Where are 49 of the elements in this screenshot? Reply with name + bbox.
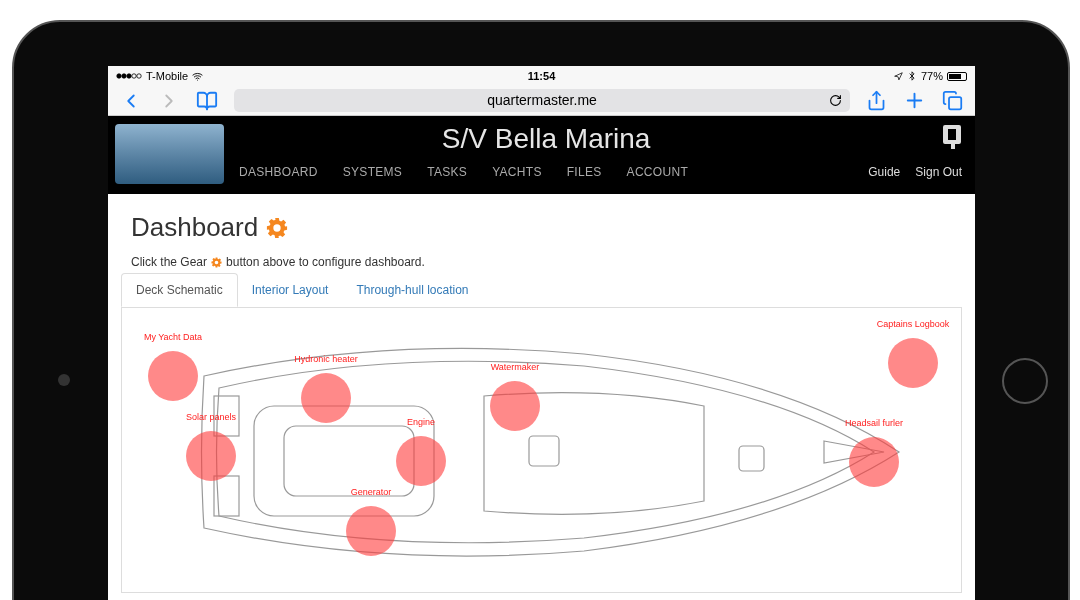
tab[interactable]: Interior Layout bbox=[237, 273, 343, 307]
bookmarks-icon[interactable] bbox=[196, 89, 218, 112]
hotspot-marker[interactable] bbox=[849, 436, 899, 487]
battery-percent: 77% bbox=[920, 68, 943, 84]
header-link[interactable]: Guide bbox=[868, 163, 901, 181]
hotspot-label: Engine bbox=[406, 416, 436, 429]
nav-link[interactable]: DASHBOARD bbox=[239, 163, 318, 186]
tab[interactable]: Deck Schematic bbox=[121, 273, 238, 307]
hotspot-marker[interactable] bbox=[301, 372, 351, 423]
hotspot-label: Captains Logbook bbox=[875, 318, 951, 331]
hotspot-marker[interactable] bbox=[490, 380, 540, 431]
gear-icon bbox=[211, 256, 223, 268]
tabs-icon[interactable] bbox=[942, 90, 963, 111]
location-icon bbox=[893, 71, 903, 81]
hint-text: button above to configure dashboard. bbox=[226, 254, 425, 271]
hotspot-label: Watermaker bbox=[489, 361, 541, 374]
nav-link[interactable]: ACCOUNT bbox=[626, 163, 689, 186]
hotspot-label: Generator bbox=[349, 486, 393, 499]
gear-icon bbox=[266, 216, 289, 239]
hotspot-label: My Yacht Data bbox=[142, 331, 204, 344]
clock: 11:54 bbox=[526, 68, 557, 84]
header-link[interactable]: Sign Out bbox=[915, 163, 962, 181]
camera-icon bbox=[58, 374, 70, 386]
hotspot-marker[interactable] bbox=[888, 337, 938, 388]
nav-link[interactable]: YACHTS bbox=[492, 163, 542, 186]
nav-link[interactable]: TASKS bbox=[427, 163, 468, 186]
hotspot-marker[interactable] bbox=[186, 430, 236, 481]
hotspot-label: Hydronic heater bbox=[293, 353, 359, 366]
reload-icon[interactable] bbox=[829, 94, 842, 107]
hint-text: Click the Gear bbox=[131, 254, 208, 271]
share-icon[interactable] bbox=[866, 90, 887, 111]
bluetooth-icon bbox=[906, 71, 917, 81]
q-logo-icon[interactable] bbox=[942, 124, 962, 150]
hotspot-marker[interactable] bbox=[346, 505, 396, 556]
home-button[interactable] bbox=[1002, 358, 1048, 404]
signal-icon bbox=[116, 73, 142, 79]
hotspot-label: Solar panels bbox=[184, 411, 237, 424]
site-title: S/V Bella Marina bbox=[441, 124, 651, 154]
tab[interactable]: Through-hull location bbox=[342, 273, 483, 307]
page-heading: Dashboard bbox=[131, 211, 259, 244]
hotspot-marker[interactable] bbox=[148, 350, 198, 401]
battery-icon bbox=[947, 71, 967, 81]
hotspot-label: Headsail furler bbox=[844, 417, 904, 430]
hotspot-marker[interactable] bbox=[396, 435, 446, 486]
nav-link[interactable]: SYSTEMS bbox=[342, 163, 403, 186]
carrier-label: T-Mobile bbox=[146, 68, 189, 84]
address-bar[interactable]: quartermaster.me bbox=[234, 89, 850, 112]
wifi-icon bbox=[192, 70, 204, 82]
nav-link[interactable]: FILES bbox=[566, 163, 602, 186]
